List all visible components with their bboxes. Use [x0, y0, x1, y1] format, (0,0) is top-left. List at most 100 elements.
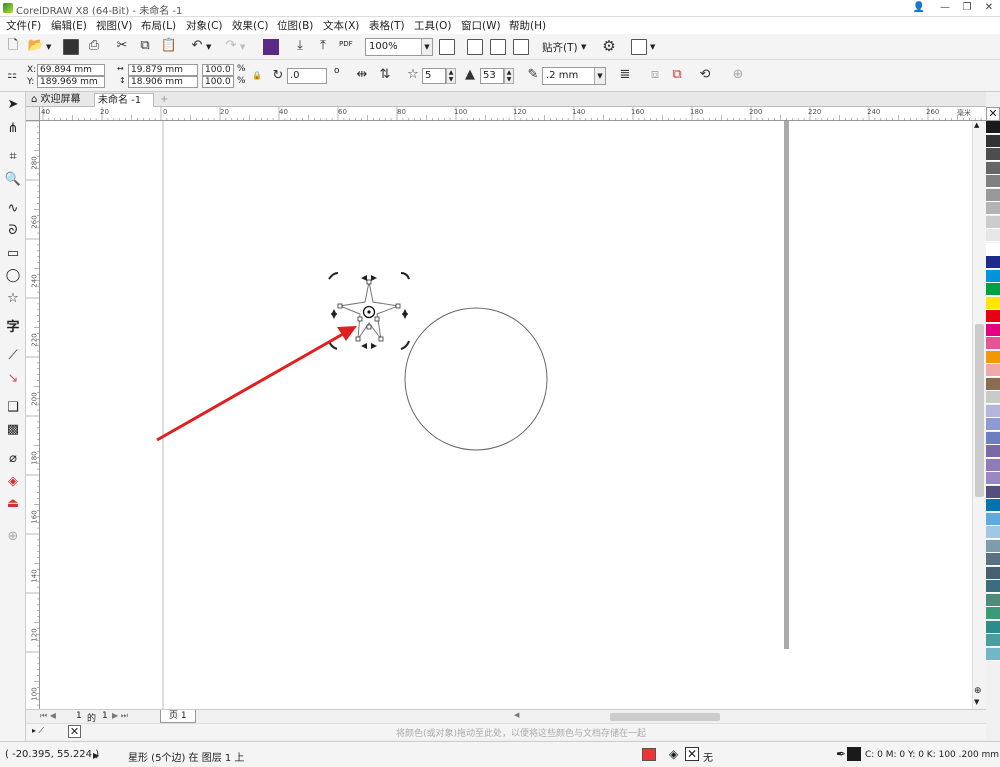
star-points-field[interactable]: 5: [422, 68, 446, 84]
palette-swatch[interactable]: [986, 580, 1000, 593]
tab-welcome-screen[interactable]: ⌂ 欢迎屏幕: [28, 93, 84, 107]
y-position-field[interactable]: 189.969 mm: [37, 76, 105, 88]
artistic-media-icon[interactable]: ᘐ: [4, 222, 22, 240]
open-recent-dropdown-icon[interactable]: ▼: [46, 43, 51, 51]
menu-view[interactable]: 视图(V): [96, 18, 132, 33]
zoom-level-combo[interactable]: 100% ▼: [365, 38, 433, 56]
sharpness-field[interactable]: 53: [480, 68, 504, 84]
export-icon[interactable]: ⤒: [314, 38, 332, 54]
palette-swatch[interactable]: [986, 215, 1000, 229]
cut-icon[interactable]: ✂: [113, 38, 131, 54]
snap-to-menu[interactable]: 贴齐(T): [542, 40, 578, 55]
to-front-icon[interactable]: ⧉: [669, 67, 685, 83]
palette-swatch[interactable]: [986, 485, 1000, 499]
palette-swatch[interactable]: [986, 175, 1000, 188]
transparency-icon[interactable]: ▩: [4, 421, 22, 439]
select-icon[interactable]: ➤: [4, 96, 22, 114]
drawing-canvas[interactable]: [40, 121, 975, 709]
sharpness-spinner[interactable]: ▲ ▼: [504, 68, 514, 84]
palette-swatch[interactable]: [986, 283, 1000, 296]
menu-tools[interactable]: 工具(O): [414, 18, 451, 33]
palette-swatch[interactable]: [986, 337, 1000, 350]
text-icon[interactable]: 字: [4, 319, 22, 337]
snap-dropdown-icon[interactable]: ▼: [581, 43, 586, 51]
width-field[interactable]: 19.879 mm: [128, 64, 198, 76]
menu-text[interactable]: 文本(X): [323, 18, 359, 33]
palette-swatch[interactable]: [986, 269, 1000, 283]
menu-layout[interactable]: 布局(L): [141, 18, 176, 33]
shape-icon[interactable]: ⋔: [4, 120, 22, 138]
mirror-horizontal-icon[interactable]: ⇹: [354, 67, 370, 83]
palette-swatch[interactable]: [986, 634, 1000, 647]
outline-width-combo[interactable]: .2 mm ▼: [542, 67, 606, 85]
palette-swatch[interactable]: [986, 472, 1000, 485]
outline-dropdown-icon[interactable]: ▼: [594, 68, 605, 84]
palette-swatch[interactable]: [986, 539, 1000, 553]
hscroll-left-arrow-icon[interactable]: ◀: [514, 711, 519, 719]
rotation-field[interactable]: .0: [287, 68, 327, 84]
horizontal-scroll-thumb[interactable]: [610, 713, 720, 721]
palette-swatch[interactable]: [986, 364, 1000, 377]
palette-swatch[interactable]: [986, 323, 1000, 337]
connector-icon[interactable]: ↘: [4, 370, 22, 388]
smart-fill-icon[interactable]: ⏏: [4, 495, 22, 513]
palette-swatch[interactable]: [986, 202, 1000, 215]
search-content-icon[interactable]: [263, 39, 279, 55]
menu-object[interactable]: 对象(C): [186, 18, 223, 33]
drop-shadow-icon[interactable]: ❑: [4, 399, 22, 417]
palette-swatch[interactable]: [986, 566, 1000, 580]
scale-y-field[interactable]: 100.0: [202, 76, 234, 88]
palette-swatch[interactable]: [986, 431, 1000, 445]
menu-help[interactable]: 帮助(H): [509, 18, 546, 33]
palette-swatch[interactable]: [986, 499, 1000, 512]
minimize-button[interactable]: —: [934, 0, 956, 16]
import-icon[interactable]: ⤓: [291, 38, 309, 54]
open-folder-icon[interactable]: 📂: [27, 38, 45, 54]
next-page-button[interactable]: ▶ ⏭: [112, 711, 128, 721]
color-proofing-icon[interactable]: [642, 748, 656, 761]
palette-swatch[interactable]: [986, 445, 1000, 458]
palette-swatch[interactable]: [986, 418, 1000, 431]
first-page-button[interactable]: ⏮ ◀: [40, 711, 56, 721]
palette-swatch[interactable]: [986, 121, 1000, 134]
zoom-icon[interactable]: 🔍: [4, 171, 22, 189]
palette-swatch[interactable]: [986, 458, 1000, 472]
show-rulers-icon[interactable]: [467, 39, 483, 55]
paste-icon[interactable]: 📋: [160, 38, 178, 54]
redo-icon[interactable]: ↷: [222, 38, 240, 54]
break-apart-icon[interactable]: ⧈: [647, 67, 663, 83]
height-field[interactable]: 18.906 mm: [128, 76, 198, 88]
page-tab[interactable]: 页 1: [160, 710, 196, 723]
scroll-thumb[interactable]: [975, 324, 984, 497]
restore-button[interactable]: ❐: [956, 0, 978, 16]
doc-palette-menu-icon[interactable]: ▸ ⟋: [32, 726, 44, 736]
save-icon[interactable]: [63, 39, 79, 55]
copy-icon[interactable]: ⧉: [136, 38, 154, 54]
doc-palette-no-color-icon[interactable]: ✕: [68, 725, 81, 738]
freehand-icon[interactable]: ∿: [4, 200, 22, 218]
show-guidelines-icon[interactable]: [513, 39, 529, 55]
palette-swatch[interactable]: [986, 242, 1000, 256]
circle-shape[interactable]: [404, 307, 548, 451]
launcher-dropdown-icon[interactable]: ▼: [650, 43, 655, 51]
zoom-in-icon[interactable]: ⊕: [974, 686, 982, 696]
parallel-dimension-icon[interactable]: ⟋: [4, 347, 22, 365]
palette-swatch[interactable]: [986, 188, 1000, 202]
palette-swatch[interactable]: [986, 161, 1000, 175]
palette-swatch[interactable]: [986, 620, 1000, 634]
palette-swatch[interactable]: [986, 607, 1000, 620]
options-gear-icon[interactable]: ⚙: [600, 38, 618, 54]
palette-swatch[interactable]: [986, 134, 1000, 148]
status-expand-icon[interactable]: ▶: [93, 751, 99, 760]
scroll-down-arrow-icon[interactable]: ▼: [974, 698, 979, 706]
mirror-vertical-icon[interactable]: ⇅: [377, 67, 393, 83]
menu-window[interactable]: 窗口(W): [461, 18, 501, 33]
palette-swatch[interactable]: [986, 526, 1000, 539]
ellipse-icon[interactable]: ◯: [4, 267, 22, 285]
scale-x-field[interactable]: 100.0: [202, 64, 234, 76]
palette-swatch[interactable]: [986, 350, 1000, 364]
palette-swatch[interactable]: [986, 593, 1000, 607]
print-icon[interactable]: ⎙: [85, 38, 103, 54]
wrap-text-icon[interactable]: ≣: [617, 67, 633, 83]
interactive-fill-icon[interactable]: ◈: [4, 473, 22, 491]
